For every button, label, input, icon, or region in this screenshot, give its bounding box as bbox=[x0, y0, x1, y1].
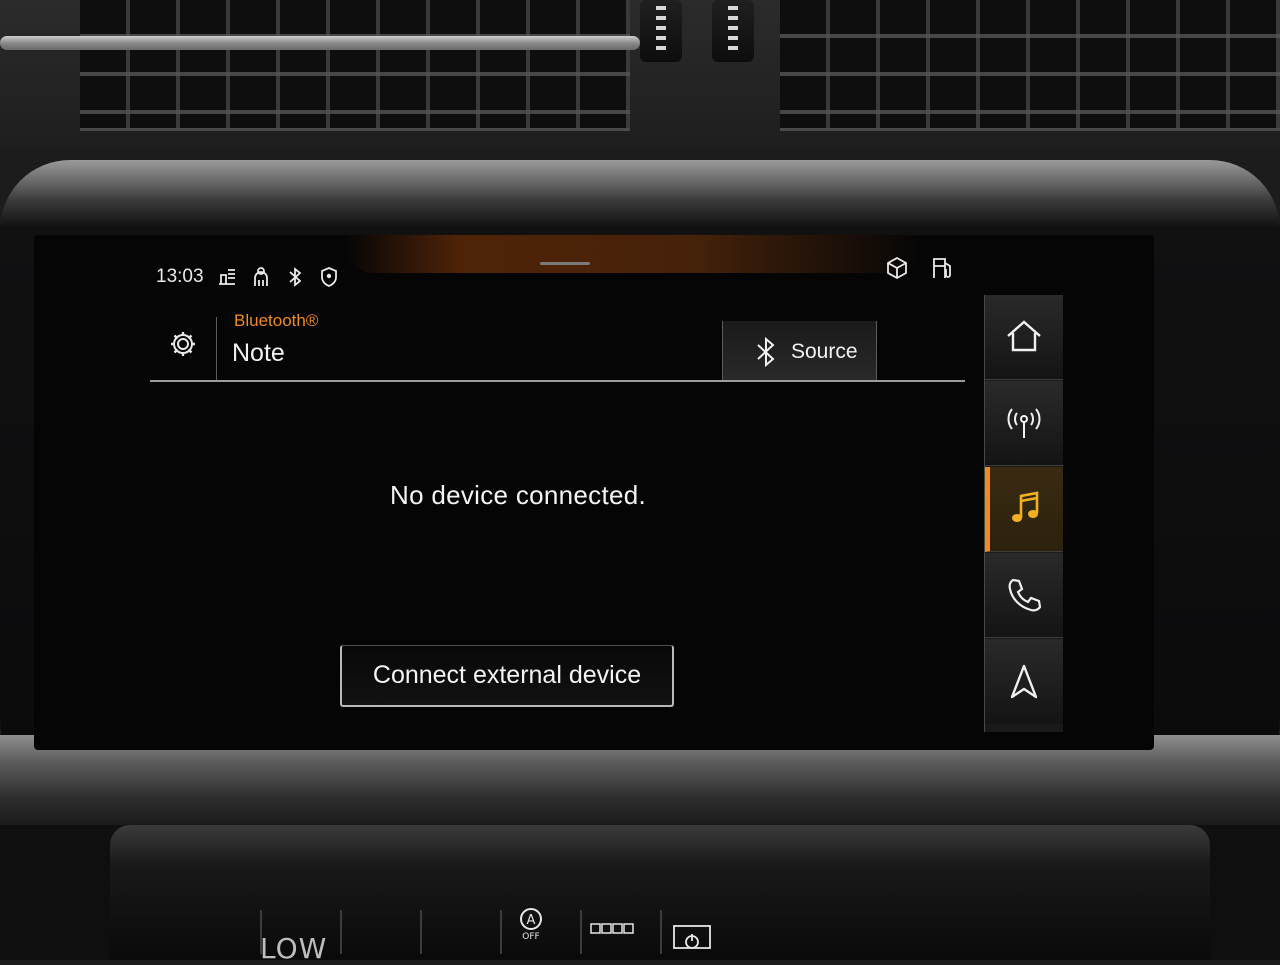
vent-trim bbox=[0, 36, 640, 50]
source-button[interactable]: Source bbox=[722, 321, 877, 382]
location-shield-icon bbox=[320, 267, 337, 287]
nav-media[interactable] bbox=[985, 467, 1063, 552]
auto-off-icon[interactable]: A OFF bbox=[518, 906, 544, 942]
radio-icon bbox=[1007, 408, 1041, 438]
phone-icon bbox=[1008, 578, 1042, 612]
console-key[interactable] bbox=[340, 910, 412, 954]
lower-climate-panel bbox=[0, 825, 1280, 960]
gear-icon bbox=[171, 332, 195, 356]
device-name: Note bbox=[232, 339, 285, 367]
package-icon bbox=[887, 256, 907, 280]
music-icon bbox=[1011, 491, 1038, 522]
home-icon bbox=[1007, 320, 1041, 352]
seat-heat-icon[interactable] bbox=[590, 922, 634, 940]
person-icon bbox=[253, 267, 268, 286]
screen-power-icon[interactable] bbox=[672, 924, 712, 958]
infotainment-screen: 13:03 Bluetooth® Note Source No device c… bbox=[34, 235, 1154, 750]
vent-knob-left[interactable] bbox=[640, 0, 682, 62]
bluetooth-icon bbox=[757, 336, 775, 367]
navigation-icon bbox=[1010, 664, 1038, 698]
nav-home[interactable] bbox=[985, 295, 1063, 380]
main-nav-bar bbox=[984, 295, 1063, 732]
connect-external-device-button[interactable]: Connect external device bbox=[340, 645, 674, 707]
source-type-label: Bluetooth® bbox=[234, 311, 319, 330]
bluetooth-icon bbox=[288, 267, 301, 287]
status-bar: 13:03 bbox=[156, 261, 340, 293]
air-vent-left bbox=[80, 0, 630, 131]
nav-phone[interactable] bbox=[985, 553, 1063, 638]
status-right bbox=[884, 255, 956, 281]
auto-off-label: OFF bbox=[522, 932, 540, 942]
nav-navigation[interactable] bbox=[985, 639, 1063, 724]
pull-down-handle[interactable] bbox=[540, 262, 590, 265]
car-dashboard: A OFF LOW 13:03 Bluetooth® Note Source N… bbox=[0, 0, 1280, 965]
console-key[interactable] bbox=[420, 910, 492, 954]
top-glow bbox=[344, 235, 924, 273]
air-vent-right bbox=[780, 0, 1280, 131]
header-divider bbox=[216, 317, 217, 382]
settings-button[interactable] bbox=[168, 329, 198, 359]
traffic-sign-icon bbox=[218, 269, 235, 285]
source-label: Source bbox=[791, 339, 858, 363]
fuel-icon bbox=[933, 258, 951, 278]
status-time: 13:03 bbox=[156, 266, 204, 287]
header-underline bbox=[150, 380, 965, 382]
console-partial-text: LOW bbox=[260, 932, 328, 965]
status-message: No device connected. bbox=[390, 480, 647, 510]
vent-knob-right[interactable] bbox=[712, 0, 754, 62]
media-header: Bluetooth® Note Source bbox=[150, 307, 965, 382]
air-vent-area bbox=[0, 0, 1280, 150]
svg-text:A: A bbox=[527, 913, 536, 928]
nav-radio[interactable] bbox=[985, 381, 1063, 466]
